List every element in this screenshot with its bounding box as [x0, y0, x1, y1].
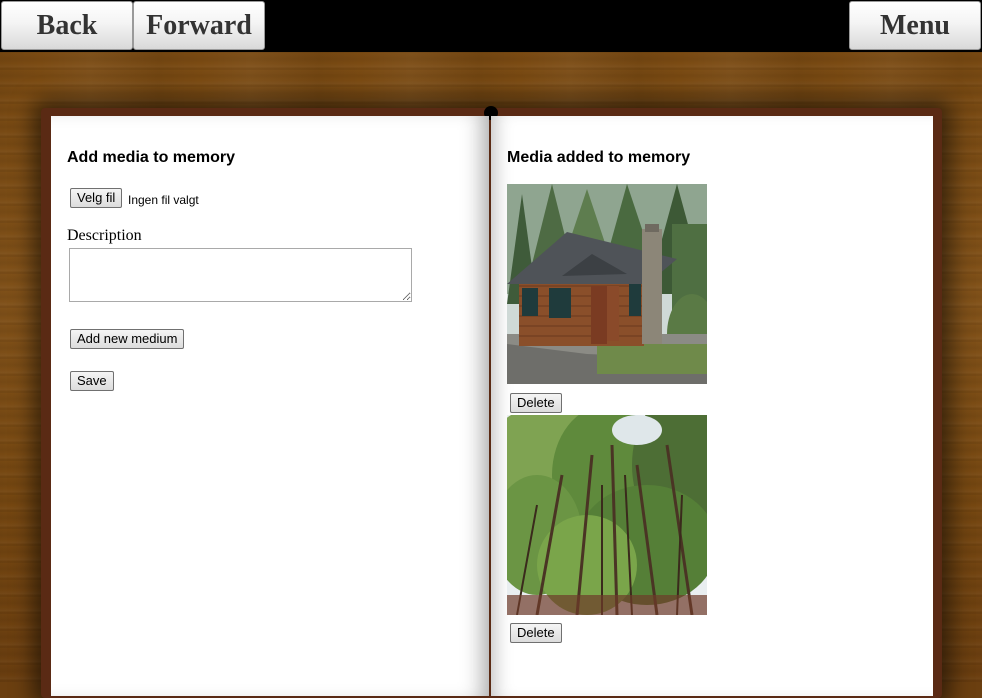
- description-label: Description: [67, 227, 142, 244]
- delete-media-button-1[interactable]: Delete: [510, 393, 562, 413]
- file-status-label: Ingen fil valgt: [128, 193, 199, 207]
- media-image-cabin: [507, 184, 707, 384]
- media-added-heading: Media added to memory: [507, 149, 691, 166]
- description-field[interactable]: [69, 248, 412, 302]
- save-button[interactable]: Save: [70, 371, 114, 391]
- choose-file-button[interactable]: Velg fil: [70, 188, 123, 208]
- top-navigation-bar: Back Forward Menu: [0, 0, 982, 52]
- media-image-forest: [507, 415, 707, 615]
- back-button[interactable]: Back: [1, 1, 133, 50]
- forward-button[interactable]: Forward: [133, 1, 265, 50]
- delete-media-button-2[interactable]: Delete: [510, 623, 562, 643]
- add-new-medium-button[interactable]: Add new medium: [70, 329, 185, 349]
- add-media-heading: Add media to memory: [67, 149, 236, 166]
- menu-button[interactable]: Menu: [849, 1, 981, 50]
